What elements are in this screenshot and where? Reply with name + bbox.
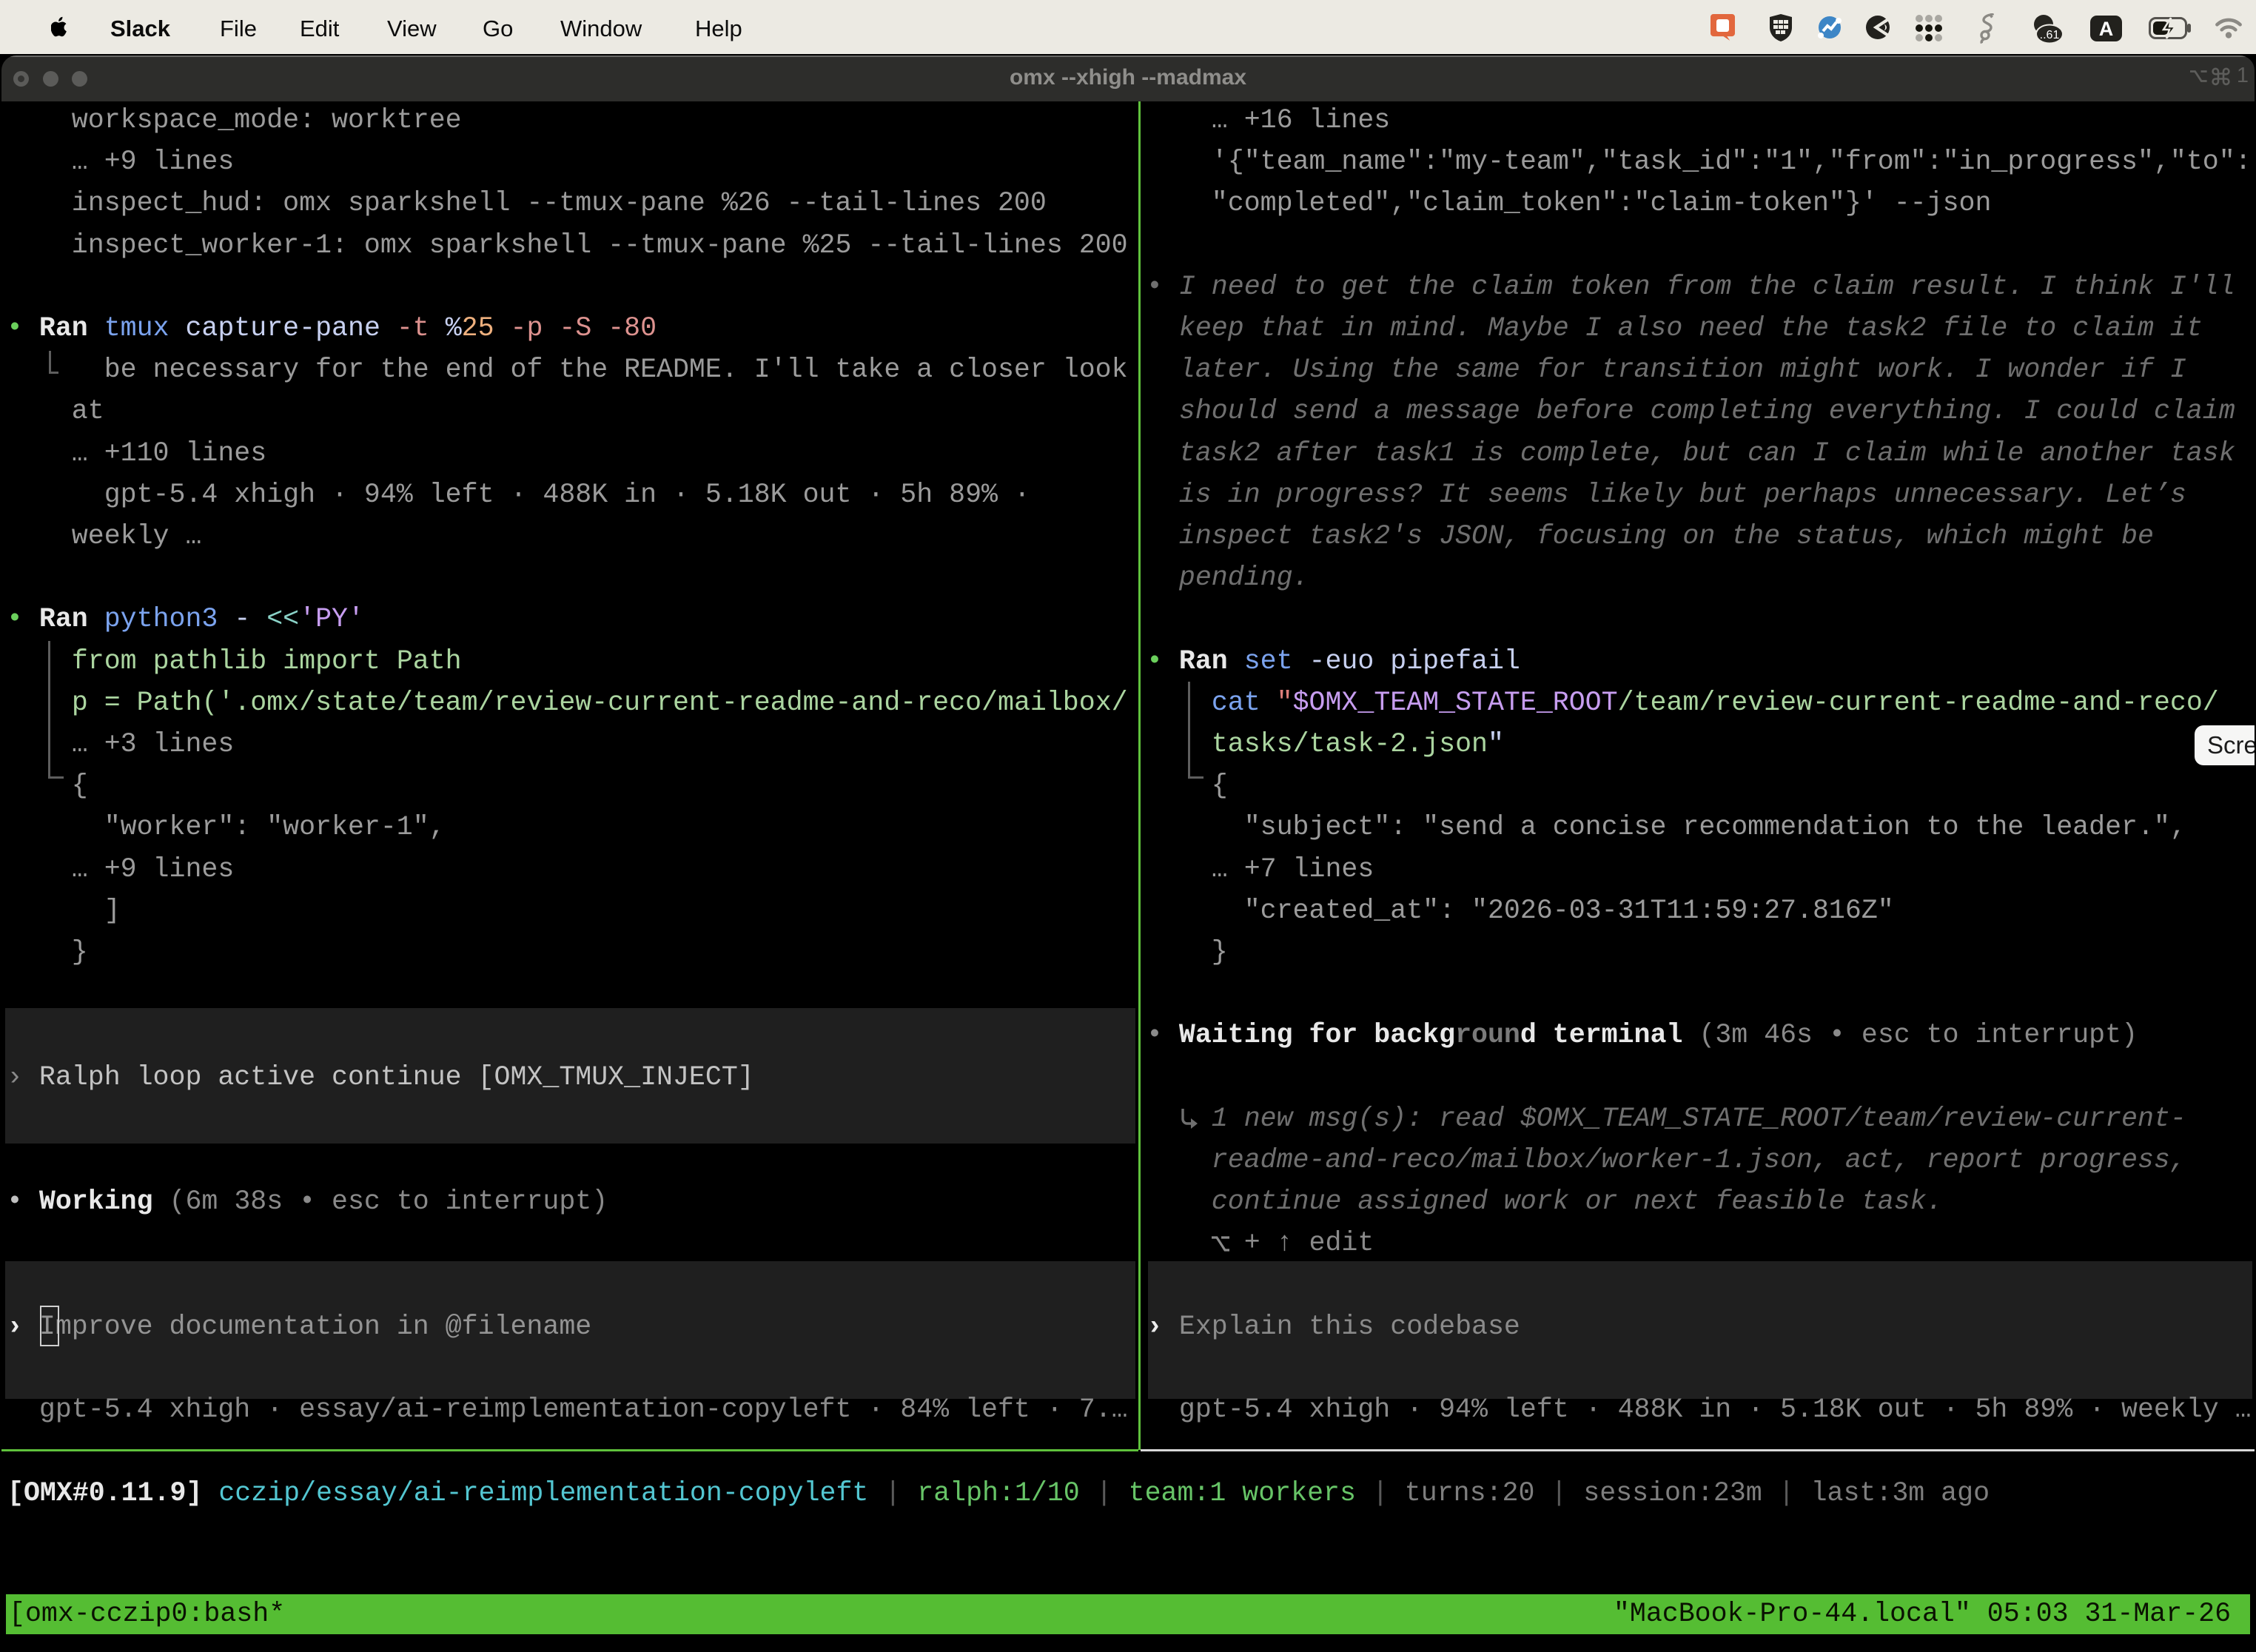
svg-text:..61: ..61 <box>2040 29 2060 41</box>
